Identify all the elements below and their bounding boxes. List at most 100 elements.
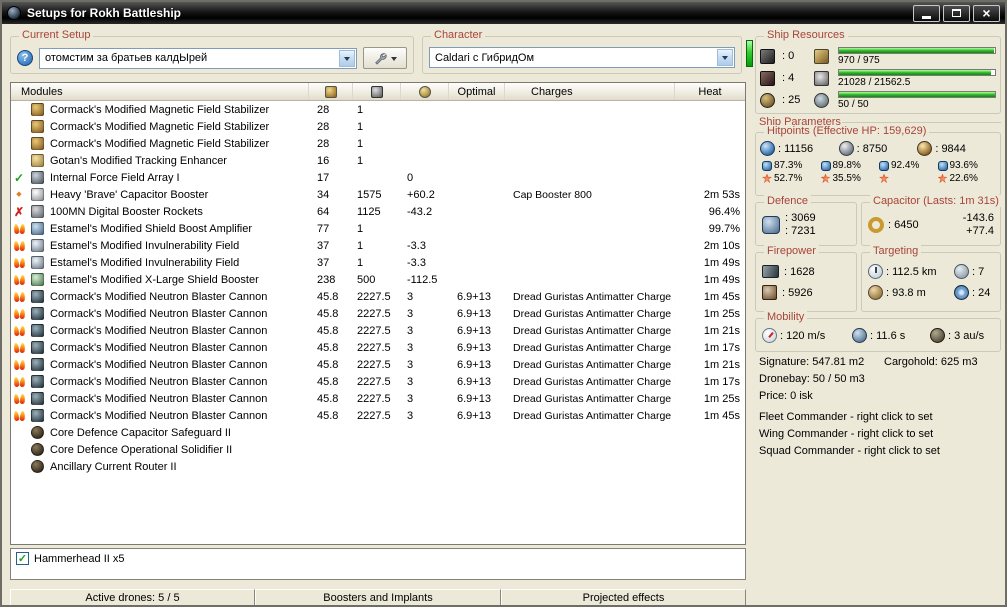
module-name: Estamel's Modified Shield Boost Amplifie…	[50, 222, 253, 235]
module-charges: Dread Guristas Antimatter Charge L	[513, 290, 675, 303]
armor-hp-icon	[838, 141, 854, 156]
defence-label: Defence	[764, 195, 811, 207]
chevron-down-icon[interactable]	[717, 49, 733, 66]
close-button[interactable]	[973, 4, 1000, 22]
module-row[interactable]: Cormack's Modified Neutron Blaster Canno…	[11, 288, 745, 305]
powergrid-column-header[interactable]	[353, 83, 401, 100]
module-row[interactable]: Ancillary Current Router II	[11, 458, 745, 475]
module-cap: 3	[407, 324, 414, 337]
module-cpu: 45.8	[317, 324, 339, 337]
module-charges: Cap Booster 800	[513, 188, 592, 201]
module-status-icon	[13, 308, 26, 320]
chevron-down-icon[interactable]	[339, 49, 355, 67]
minimize-button[interactable]	[913, 4, 940, 22]
module-row[interactable]: ◆ Heavy 'Brave' Capacitor Booster 34 157…	[11, 186, 745, 203]
module-row[interactable]: Estamel's Modified Invulnerability Field…	[11, 237, 745, 254]
projected-effects-section[interactable]: Projected effects	[501, 589, 746, 605]
powergrid-icon	[814, 70, 829, 86]
module-optimal: 6.9+13	[457, 392, 491, 405]
module-row[interactable]: ✓ Internal Force Field Array I 17 0	[11, 169, 745, 186]
setup-combobox[interactable]: отомстим за братьев калдЫрей	[39, 47, 357, 69]
module-heat: 1m 49s	[703, 273, 740, 286]
module-row[interactable]: ✗ 100MN Digital Booster Rockets 64 1125 …	[11, 203, 745, 220]
module-row[interactable]: Core Defence Operational Solidifier II	[11, 441, 745, 458]
module-row[interactable]: Cormack's Modified Neutron Blaster Canno…	[11, 390, 745, 407]
app-icon	[7, 6, 21, 20]
optimal-column-header[interactable]: Optimal	[449, 83, 505, 100]
modules-column-header[interactable]: Modules	[11, 83, 309, 100]
modules-table-rows: Cormack's Modified Magnetic Field Stabil…	[11, 101, 745, 475]
module-status-icon	[13, 274, 26, 286]
module-name: Core Defence Capacitor Safeguard II	[50, 426, 231, 439]
close-icon	[982, 6, 990, 21]
module-status-icon	[13, 393, 26, 405]
module-heat: 2m 10s	[703, 239, 740, 252]
module-row[interactable]: Gotan's Modified Tracking Enhancer 16 1	[11, 152, 745, 169]
cpu-usage-value: 970 / 975	[838, 54, 880, 66]
wing-commander-slot[interactable]: Wing Commander - right click to set	[759, 428, 1001, 445]
help-button[interactable]	[17, 50, 33, 66]
module-name: Ancillary Current Router II	[50, 460, 177, 473]
capacitor-column-header[interactable]	[401, 83, 449, 100]
module-cpu: 28	[317, 103, 330, 116]
module-row[interactable]: Cormack's Modified Magnetic Field Stabil…	[11, 101, 745, 118]
character-combobox[interactable]: Caldari с ГибридОм	[429, 47, 735, 68]
squad-commander-slot[interactable]: Squad Commander - right click to set	[759, 445, 1001, 462]
speed-value: : 120 m/s	[780, 329, 826, 342]
module-row[interactable]: Cormack's Modified Magnetic Field Stabil…	[11, 118, 745, 135]
armor-resist-icon	[762, 173, 772, 183]
heat-column-header[interactable]: Heat	[675, 83, 745, 100]
module-optimal: 6.9+13	[457, 324, 491, 337]
launcher-hardpoints-value: : 4	[782, 72, 795, 84]
maximize-button[interactable]	[943, 4, 970, 22]
charges-column-header[interactable]: Charges	[505, 83, 675, 100]
module-row[interactable]: Cormack's Modified Neutron Blaster Canno…	[11, 322, 745, 339]
module-pg: 2227.5	[357, 409, 391, 422]
module-row[interactable]: Cormack's Modified Magnetic Field Stabil…	[11, 135, 745, 152]
module-row[interactable]: Estamel's Modified Shield Boost Amplifie…	[11, 220, 745, 237]
character-status-bar	[746, 40, 753, 67]
targeting-range-icon	[868, 264, 883, 279]
module-status-icon: ✓	[13, 170, 25, 185]
module-status-icon	[13, 410, 26, 422]
module-cpu: 64	[317, 205, 330, 218]
module-status-icon: ✗	[13, 204, 25, 219]
module-name: Estamel's Modified X-Large Shield Booste…	[50, 273, 259, 286]
module-row[interactable]: Estamel's Modified Invulnerability Field…	[11, 254, 745, 271]
fleet-commander-slot[interactable]: Fleet Commander - right click to set	[759, 411, 1001, 428]
module-row[interactable]: Cormack's Modified Neutron Blaster Canno…	[11, 305, 745, 322]
titlebar[interactable]: Setups for Rokh Battleship	[2, 2, 1005, 24]
module-type-icon	[30, 171, 44, 184]
module-heat: 2m 53s	[703, 188, 740, 201]
structure-hp-icon	[917, 141, 933, 156]
module-optimal: 6.9+13	[457, 409, 491, 422]
drone-checkbox[interactable]	[16, 552, 29, 565]
module-row[interactable]: Cormack's Modified Neutron Blaster Canno…	[11, 407, 745, 424]
armor-thermal-resist-value: 35.5%	[832, 173, 861, 184]
resist-cell-kinetic: 92.4%	[879, 159, 938, 185]
module-cap: +60.2	[407, 188, 435, 201]
module-row[interactable]: Cormack's Modified Neutron Blaster Canno…	[11, 356, 745, 373]
ship-info-block: Signature: 547.81 m2 Cargohold: 625 m3 D…	[759, 356, 1001, 462]
module-row[interactable]: Estamel's Modified X-Large Shield Booste…	[11, 271, 745, 288]
setup-tools-button[interactable]	[363, 47, 407, 69]
app-window: Setups for Rokh Battleship Current Setup…	[0, 0, 1007, 607]
cpu-bar	[838, 46, 996, 54]
active-drones-section[interactable]: Active drones: 5 / 5	[10, 589, 255, 605]
cpu-column-header[interactable]	[309, 83, 353, 100]
boosters-implants-section[interactable]: Boosters and Implants	[255, 589, 501, 605]
module-type-icon	[30, 324, 44, 337]
module-row[interactable]: Cormack's Modified Neutron Blaster Canno…	[11, 339, 745, 356]
drone-list-item[interactable]: Hammerhead II x5	[11, 549, 745, 565]
module-pg: 500	[357, 273, 376, 286]
module-name: Core Defence Operational Solidifier II	[50, 443, 233, 456]
module-type-icon	[30, 460, 44, 473]
module-name: Cormack's Modified Neutron Blaster Canno…	[50, 375, 268, 388]
module-pg: 1575	[357, 188, 382, 201]
dps-value: : 5926	[782, 286, 813, 299]
module-type-icon	[30, 239, 44, 252]
module-row[interactable]: Cormack's Modified Neutron Blaster Canno…	[11, 373, 745, 390]
module-cpu: 45.8	[317, 392, 339, 405]
module-type-icon	[30, 375, 44, 388]
module-row[interactable]: Core Defence Capacitor Safeguard II	[11, 424, 745, 441]
